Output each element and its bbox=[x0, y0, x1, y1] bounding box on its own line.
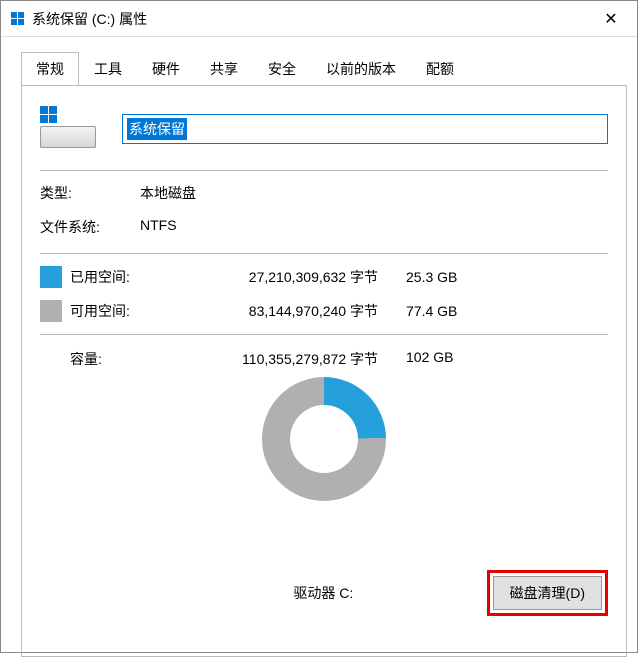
type-value: 本地磁盘 bbox=[140, 183, 608, 203]
tab-general[interactable]: 常规 bbox=[21, 52, 79, 86]
capacity-bytes: 110,355,279,872 字节 bbox=[190, 349, 390, 369]
tab-sharing[interactable]: 共享 bbox=[195, 52, 253, 86]
drive-label: 驱动器 C: bbox=[40, 583, 487, 603]
free-space-label: 可用空间: bbox=[70, 301, 190, 321]
tab-hardware[interactable]: 硬件 bbox=[137, 52, 195, 86]
filesystem-label: 文件系统: bbox=[40, 217, 140, 237]
divider bbox=[40, 253, 608, 254]
properties-window: 系统保留 (C:) 属性 ✕ 常规 工具 硬件 共享 安全 以前的版本 配额 系… bbox=[0, 0, 638, 653]
close-icon[interactable]: ✕ bbox=[589, 4, 633, 34]
tab-security[interactable]: 安全 bbox=[253, 52, 311, 86]
tabstrip: 常规 工具 硬件 共享 安全 以前的版本 配额 bbox=[21, 51, 627, 85]
tab-previous-versions[interactable]: 以前的版本 bbox=[311, 52, 411, 86]
drive-icon bbox=[40, 106, 100, 152]
divider bbox=[40, 170, 608, 171]
used-space-bytes: 27,210,309,632 字节 bbox=[190, 267, 390, 287]
used-space-gb: 25.3 GB bbox=[390, 269, 490, 285]
tab-panel-general: 系统保留 类型: 本地磁盘 文件系统: NTFS 已用空间: 27,210,30… bbox=[21, 85, 627, 657]
filesystem-value: NTFS bbox=[140, 217, 608, 237]
window-title: 系统保留 (C:) 属性 bbox=[32, 9, 589, 29]
used-space-label: 已用空间: bbox=[70, 267, 190, 287]
highlight-box: 磁盘清理(D) bbox=[487, 570, 608, 616]
titlebar: 系统保留 (C:) 属性 ✕ bbox=[1, 1, 637, 37]
disk-cleanup-button[interactable]: 磁盘清理(D) bbox=[493, 576, 602, 610]
free-space-swatch bbox=[40, 300, 62, 322]
type-label: 类型: bbox=[40, 183, 140, 203]
tab-tools[interactable]: 工具 bbox=[79, 52, 137, 86]
divider bbox=[40, 334, 608, 335]
capacity-label: 容量: bbox=[40, 349, 190, 369]
used-space-swatch bbox=[40, 266, 62, 288]
drive-name-input[interactable]: 系统保留 bbox=[122, 114, 608, 144]
free-space-gb: 77.4 GB bbox=[390, 303, 490, 319]
free-space-bytes: 83,144,970,240 字节 bbox=[190, 301, 390, 321]
windows-icon bbox=[11, 12, 24, 25]
tab-quota[interactable]: 配额 bbox=[411, 52, 469, 86]
drive-name-text: 系统保留 bbox=[127, 118, 187, 140]
disk-usage-chart bbox=[262, 377, 386, 501]
capacity-gb: 102 GB bbox=[390, 349, 490, 369]
